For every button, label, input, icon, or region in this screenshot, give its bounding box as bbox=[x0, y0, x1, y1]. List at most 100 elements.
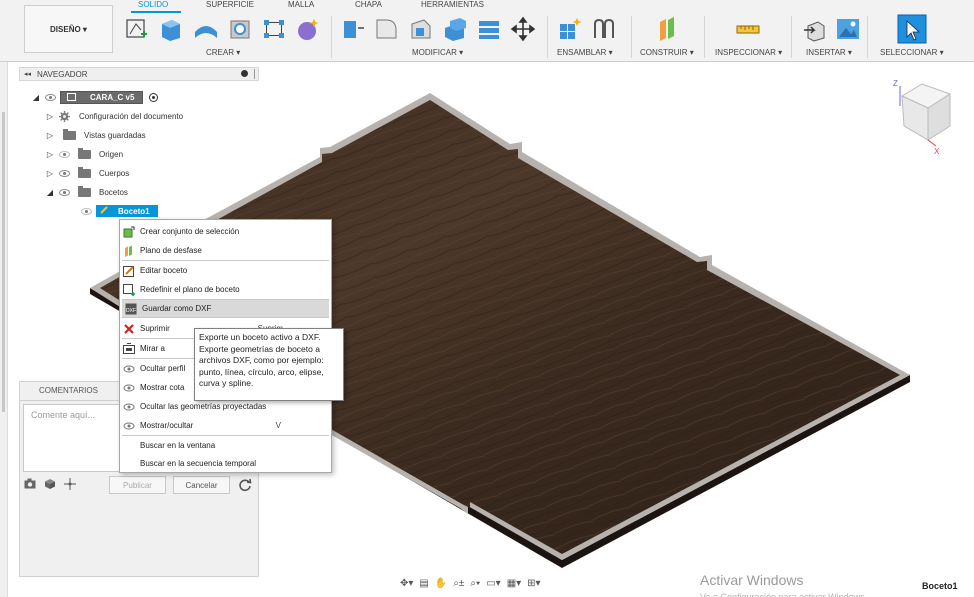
folder-icon bbox=[78, 185, 91, 197]
visibility-eye-icon[interactable] bbox=[59, 150, 70, 158]
tree-root-row[interactable]: ◢ CARA_C v5 bbox=[31, 89, 159, 105]
menu-item-find-in-timeline[interactable]: Buscar en la secuencia temporal bbox=[120, 454, 331, 473]
expand-triangle-icon[interactable]: ◢ bbox=[31, 93, 41, 102]
select-icon[interactable] bbox=[897, 14, 927, 44]
active-tab-indicator bbox=[131, 11, 181, 13]
edit-sketch-icon bbox=[123, 265, 134, 277]
menu-item-redefine-sketch-plane[interactable]: Redefinir el plano de boceto bbox=[120, 280, 331, 299]
hole-icon[interactable] bbox=[227, 16, 253, 42]
tooltip-line: curva y spline. bbox=[199, 378, 254, 389]
shell-icon[interactable] bbox=[442, 16, 468, 42]
extrude-icon[interactable] bbox=[158, 16, 184, 42]
menu-item-offset-plane[interactable]: Plano de desfase bbox=[120, 241, 331, 260]
workspace-switcher-button[interactable]: DISEÑO ▾ bbox=[24, 5, 113, 53]
tree-item-document-settings[interactable]: ▷ Configuración del documento bbox=[45, 108, 183, 124]
menu-item-show-hide[interactable]: Mostrar/ocultar V bbox=[120, 416, 331, 435]
expand-triangle-icon[interactable]: ▷ bbox=[45, 169, 55, 178]
tree-item-label: Bocetos bbox=[99, 187, 128, 197]
tree-item-sketch1[interactable]: Boceto1 bbox=[77, 203, 158, 219]
chamfer-icon[interactable] bbox=[408, 16, 434, 42]
windows-watermark: Activar Windows bbox=[700, 572, 804, 588]
tree-item-bodies[interactable]: ▷ Cuerpos bbox=[45, 165, 129, 181]
revolve-icon[interactable] bbox=[193, 16, 219, 42]
toolbar-separator bbox=[331, 16, 332, 58]
collapse-arrow-icon[interactable]: ◂◂ bbox=[24, 70, 31, 78]
menu-item-find-in-window[interactable]: Buscar en la ventana bbox=[120, 436, 331, 455]
measure-icon[interactable] bbox=[735, 16, 761, 42]
menu-item-create-selection-set[interactable]: Crear conjunto de selección bbox=[120, 222, 331, 241]
cancel-button[interactable]: Cancelar bbox=[173, 476, 230, 494]
menu-item-edit-sketch[interactable]: Editar boceto bbox=[120, 261, 331, 280]
cube-icon[interactable] bbox=[44, 478, 56, 490]
point-icon[interactable] bbox=[64, 478, 76, 490]
fusion-app: Z X DISEÑO ▾ SOLIDO SUPERFICIE MALLA CHA… bbox=[0, 0, 974, 597]
insert-canvas-icon[interactable] bbox=[835, 16, 861, 42]
tab-chapa[interactable]: CHAPA bbox=[355, 0, 382, 9]
menu-item-label: Mirar a bbox=[140, 344, 165, 353]
group-insertar[interactable]: INSERTAR ▾ bbox=[806, 48, 852, 57]
grid-settings-icon[interactable]: ▦▾ bbox=[507, 578, 521, 589]
tooltip-line: Exporte geometrías de boceto a bbox=[199, 343, 320, 354]
publish-button[interactable]: Publicar bbox=[109, 476, 166, 494]
tree-item-label: Configuración del documento bbox=[79, 111, 184, 121]
delete-icon bbox=[124, 323, 134, 334]
offset-plane-tool-icon[interactable] bbox=[654, 16, 680, 42]
tree-item-saved-views[interactable]: ▷ Vistas guardadas bbox=[45, 127, 146, 143]
navigation-bar: ✥▾ ▤ ✋ ⌕± ⌕▾ ▭▾ ▦▾ ⊞▾ bbox=[400, 578, 541, 589]
visibility-eye-icon[interactable] bbox=[59, 169, 70, 177]
press-pull-icon[interactable] bbox=[340, 16, 366, 42]
dxf-icon: DXF bbox=[125, 303, 137, 314]
expand-triangle-icon[interactable]: ▷ bbox=[45, 112, 55, 121]
pan-icon[interactable]: ✋ bbox=[435, 578, 447, 589]
expand-triangle-icon[interactable]: ◢ bbox=[45, 188, 55, 197]
visibility-eye-icon[interactable] bbox=[81, 207, 92, 215]
tree-item-origin[interactable]: ▷ Origen bbox=[45, 146, 123, 162]
orbit-icon[interactable]: ✥▾ bbox=[400, 578, 413, 589]
group-crear[interactable]: CREAR ▾ bbox=[206, 48, 240, 57]
create-sketch-icon[interactable] bbox=[124, 16, 150, 42]
tab-malla[interactable]: MALLA bbox=[288, 0, 314, 9]
group-seleccionar[interactable]: SELECCIONAR ▾ bbox=[880, 48, 944, 57]
visibility-eye-icon[interactable] bbox=[59, 188, 70, 196]
new-component-icon[interactable] bbox=[557, 16, 583, 42]
fillet-icon[interactable] bbox=[374, 16, 400, 42]
insert-derive-icon[interactable] bbox=[802, 16, 828, 42]
visibility-eye-icon[interactable] bbox=[45, 93, 56, 101]
menu-item-save-as-dxf[interactable]: DXF Guardar como DXF bbox=[122, 299, 329, 318]
zoom-window-icon[interactable]: ⌕▾ bbox=[470, 578, 480, 589]
group-inspeccionar[interactable]: INSPECCIONAR ▾ bbox=[715, 48, 782, 57]
navigator-header[interactable]: ◂◂ NAVEGADOR bbox=[19, 67, 259, 81]
eye-icon bbox=[123, 422, 135, 429]
group-ensamblar[interactable]: ENSAMBLAR ▾ bbox=[557, 48, 613, 57]
selected-sketch-chip[interactable]: Boceto1 bbox=[96, 205, 158, 217]
redefine-plane-icon bbox=[123, 283, 135, 296]
root-component[interactable]: CARA_C v5 bbox=[60, 90, 144, 104]
component-icon bbox=[67, 92, 76, 101]
look-at-icon[interactable]: ▤ bbox=[419, 578, 428, 589]
menu-item-label: Redefinir el plano de boceto bbox=[140, 285, 240, 294]
move-icon[interactable] bbox=[510, 16, 536, 42]
tab-herramientas[interactable]: HERRAMIENTAS bbox=[421, 0, 484, 9]
refresh-icon[interactable] bbox=[238, 478, 252, 492]
tree-item-label: Cuerpos bbox=[99, 168, 130, 178]
group-modificar[interactable]: MODIFICAR ▾ bbox=[412, 48, 463, 57]
pattern-icon[interactable] bbox=[261, 16, 287, 42]
view-cube[interactable]: Z X bbox=[892, 76, 956, 156]
svg-text:DXF: DXF bbox=[126, 308, 136, 314]
zoom-icon[interactable]: ⌕± bbox=[453, 578, 464, 589]
tab-superficie[interactable]: SUPERFICIE bbox=[206, 0, 254, 9]
pin-icon[interactable] bbox=[241, 70, 248, 77]
group-construir[interactable]: CONSTRUIR ▾ bbox=[640, 48, 694, 57]
joint-icon[interactable] bbox=[591, 16, 617, 42]
tab-solido[interactable]: SOLIDO bbox=[138, 0, 168, 9]
split-body-icon[interactable] bbox=[476, 16, 502, 42]
expand-triangle-icon[interactable]: ▷ bbox=[45, 131, 55, 140]
menu-item-label: Suprimir bbox=[140, 324, 170, 333]
display-settings-icon[interactable]: ▭▾ bbox=[486, 578, 500, 589]
create-form-icon[interactable] bbox=[295, 16, 321, 42]
expand-triangle-icon[interactable]: ▷ bbox=[45, 150, 55, 159]
tree-item-sketches[interactable]: ◢ Bocetos bbox=[45, 184, 128, 200]
viewports-icon[interactable]: ⊞▾ bbox=[527, 578, 540, 589]
camera-icon[interactable] bbox=[24, 478, 36, 489]
activate-radio-icon[interactable] bbox=[149, 92, 159, 102]
